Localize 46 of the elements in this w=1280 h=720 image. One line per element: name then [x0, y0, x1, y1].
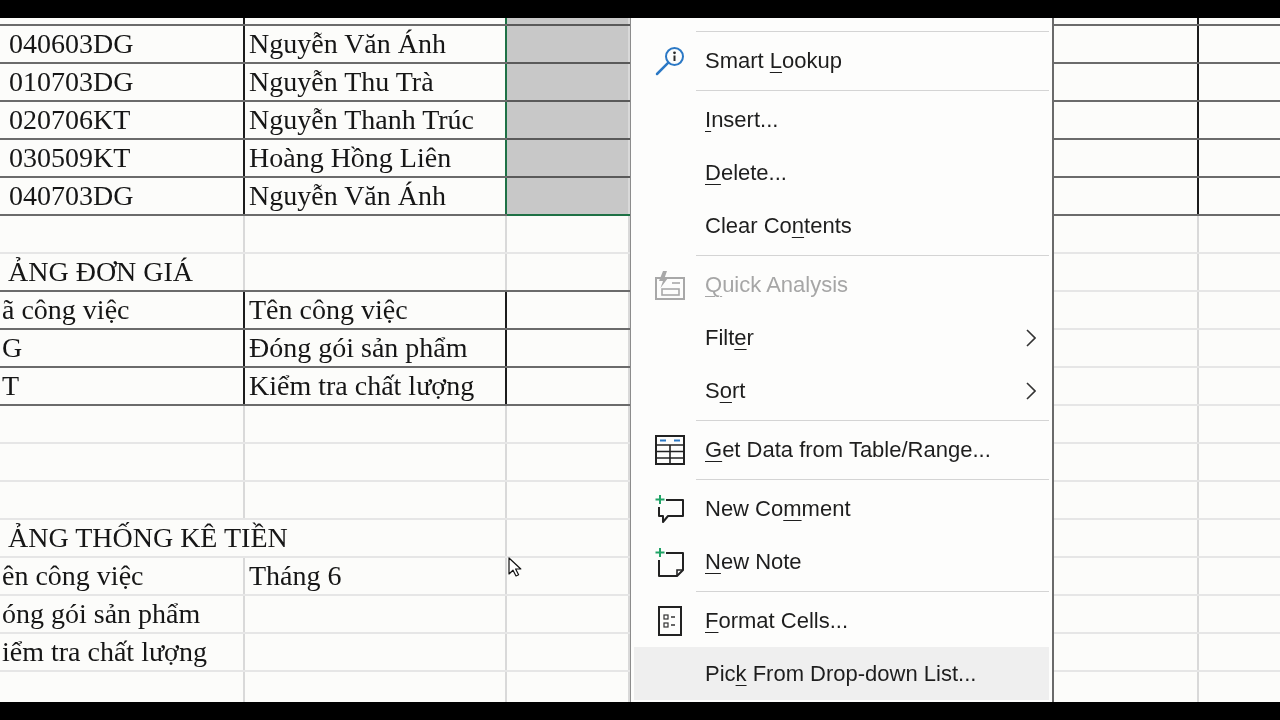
job-name: iểm tra chất lượng [2, 636, 207, 668]
selected-cell[interactable] [507, 140, 628, 176]
employee-code: 020706KT [9, 104, 131, 136]
column-header: ên công việc [2, 560, 144, 592]
menu-item[interactable]: Pick From Drop-down List... [634, 647, 1049, 700]
mouse-pointer-icon [508, 557, 522, 577]
job-name: Kiểm tra chất lượng [249, 370, 475, 402]
menu-item[interactable]: Delete... [634, 146, 1049, 199]
job-name: óng gói sản phẩm [2, 598, 201, 630]
column-header: Tên công việc [249, 294, 408, 326]
selected-cell[interactable] [507, 64, 628, 100]
selected-cell[interactable] [507, 26, 628, 62]
menu-item[interactable]: Filter [634, 311, 1049, 364]
column-header: ã công việc [2, 294, 130, 326]
employee-code: 040603DG [9, 28, 134, 60]
comment-plus-icon [654, 493, 685, 524]
job-code: G [2, 332, 23, 364]
lightning-box-icon [654, 269, 685, 300]
table-title: ẢNG ĐƠN GIÁ [8, 256, 194, 288]
menu-item[interactable]: Sort [634, 364, 1049, 417]
search-icon [654, 45, 685, 76]
job-name: Đóng gói sản phẩm [249, 332, 468, 364]
format-cells-icon [657, 605, 682, 636]
note-plus-icon [654, 546, 685, 577]
employee-name: Nguyễn Thanh Trúc [249, 104, 475, 136]
menu-item[interactable]: New Comment [634, 482, 1049, 535]
job-code: T [2, 370, 20, 402]
menu-item[interactable]: Format Cells... [634, 594, 1049, 647]
employee-code: 010703DG [9, 66, 134, 98]
employee-code: 040703DG [9, 180, 134, 212]
menu-item[interactable]: Get Data from Table/Range... [634, 423, 1049, 476]
employee-name: Nguyễn Văn Ánh [249, 28, 446, 60]
employee-code: 030509KT [9, 142, 131, 174]
menu-item[interactable]: Clear Contents [634, 199, 1049, 252]
menu-item[interactable]: New Note [634, 535, 1049, 588]
employee-name: Hoàng Hồng Liên [249, 142, 452, 174]
menu-item[interactable]: Smart Lookup [634, 34, 1049, 87]
menu-item[interactable]: Insert... [634, 93, 1049, 146]
selected-cell[interactable] [507, 102, 628, 138]
employee-name: Nguyễn Văn Ánh [249, 180, 446, 212]
employee-name: Nguyễn Thu Trà [249, 66, 434, 98]
table-icon [654, 434, 685, 465]
selected-cell[interactable] [507, 18, 628, 24]
table-title: ẢNG THỐNG KÊ TIỀN [8, 522, 288, 554]
column-header: Tháng 6 [249, 560, 342, 592]
selected-cell[interactable] [507, 178, 628, 214]
